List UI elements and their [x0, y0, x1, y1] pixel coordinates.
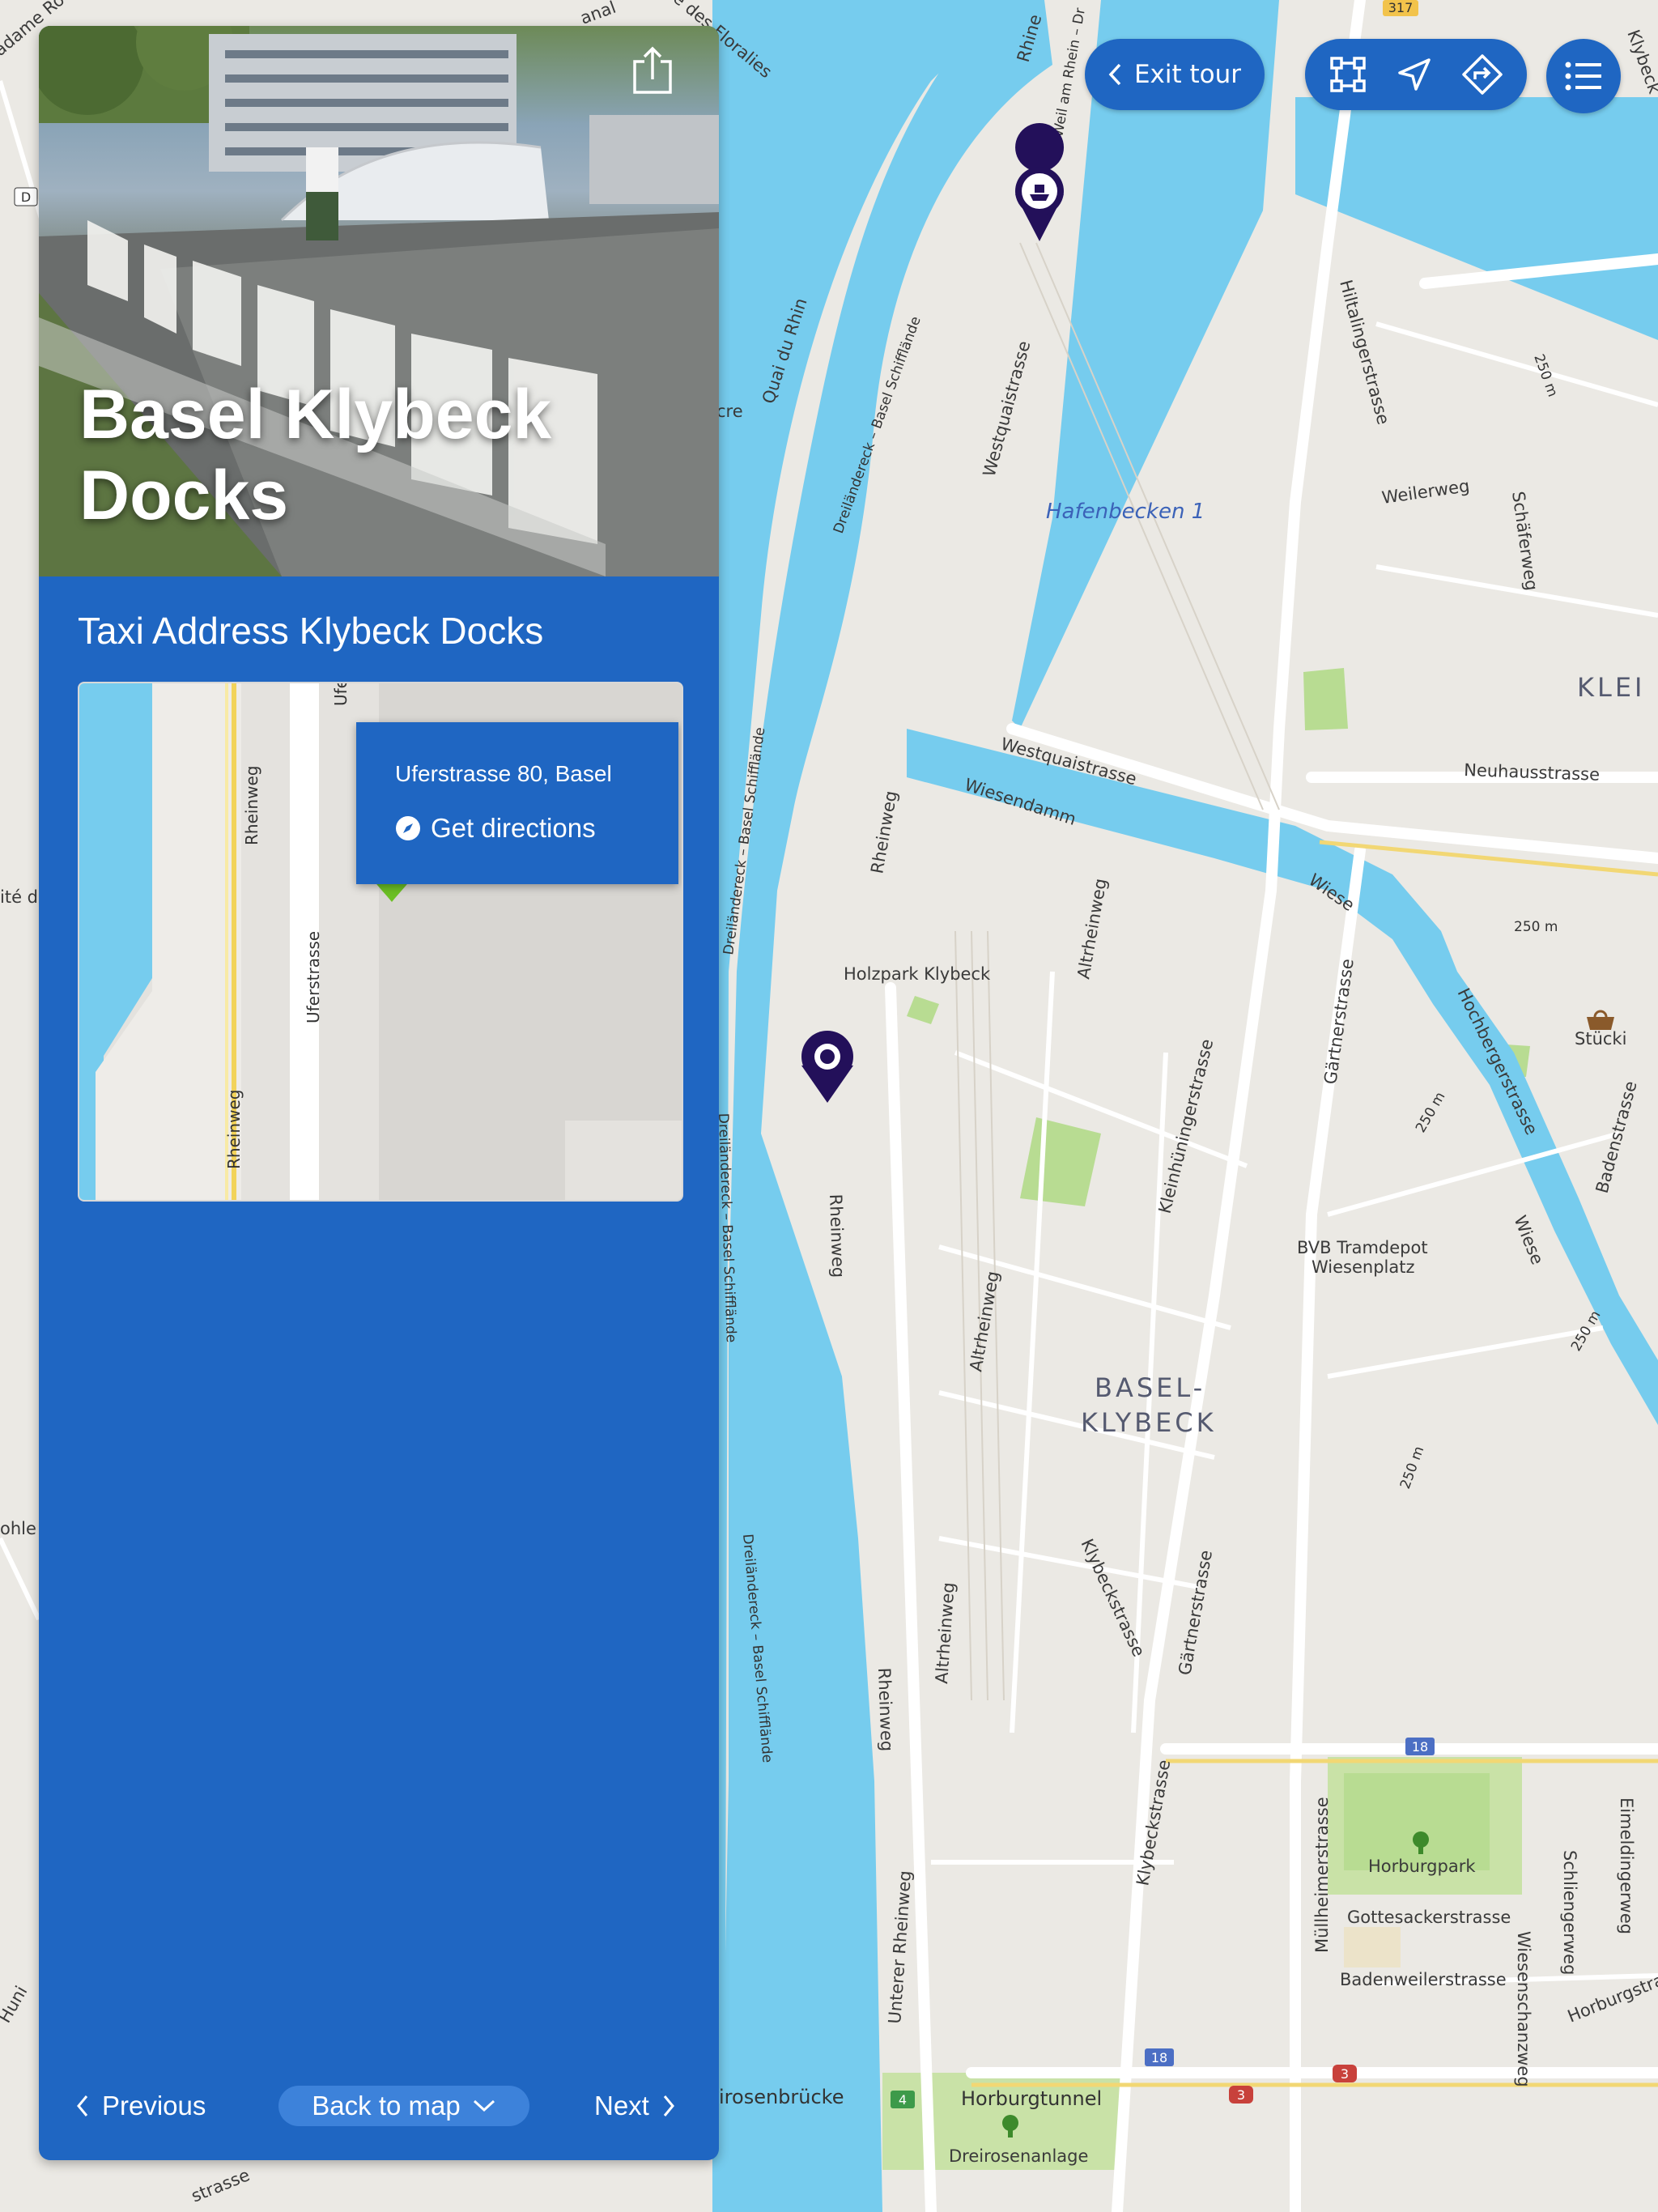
map-label-cre: cre — [716, 402, 743, 421]
directions-icon[interactable] — [1461, 53, 1503, 96]
svg-text:D: D — [21, 189, 31, 205]
svg-text:3: 3 — [1341, 2066, 1349, 2082]
share-icon — [623, 44, 682, 102]
hero-image: Basel Klybeck Docks — [39, 26, 719, 576]
route-shield-3a: 3 — [1229, 2086, 1253, 2104]
get-directions-label: Get directions — [431, 813, 596, 843]
map-label-hafenbecken: Hafenbecken 1 — [1046, 500, 1205, 524]
map-label-stucki: Stücki — [1575, 1029, 1626, 1049]
map-label-ohle: ohle — [0, 1519, 36, 1538]
route-shield-d: D — [14, 187, 38, 206]
route-shield-317: 317 — [1383, 0, 1418, 16]
share-button[interactable] — [623, 44, 682, 102]
get-directions-link[interactable]: Get directions — [395, 813, 596, 844]
mini-map-label-rheinweg: Rheinweg — [242, 766, 261, 845]
address-text: Uferstrasse 80, Basel — [395, 761, 612, 786]
chevron-right-icon — [662, 2094, 675, 2118]
mini-map-label-ufe: Ufe — [331, 683, 351, 706]
map-label-bvb2: Wiesenplatz — [1312, 1257, 1415, 1277]
svg-text:3: 3 — [1237, 2087, 1245, 2103]
map-label-rheinweg3: Rheinweg — [874, 1667, 897, 1751]
list-icon — [1564, 60, 1603, 92]
previous-label: Previous — [102, 2091, 206, 2121]
map-label-distance-2: 250 m — [1514, 919, 1558, 935]
navigate-arrow-icon[interactable] — [1395, 55, 1434, 94]
mini-map-label-uferstrasse: Uferstrasse — [304, 931, 323, 1023]
svg-text:4: 4 — [899, 2092, 907, 2108]
compass-icon — [395, 815, 421, 841]
chevron-down-icon — [472, 2099, 496, 2113]
exit-tour-label: Exit tour — [1133, 60, 1242, 89]
map-label-bvb: BVB Tramdepot — [1297, 1238, 1428, 1257]
map-label-basel: BASEL- — [1095, 1372, 1205, 1403]
hero-title: Basel Klybeck Docks — [79, 376, 552, 534]
back-to-map-button[interactable]: Back to map — [278, 2086, 529, 2126]
next-button[interactable]: Next — [594, 2091, 675, 2121]
section-title: Taxi Address Klybeck Docks — [78, 610, 544, 652]
chevron-left-icon — [1108, 62, 1123, 87]
map-label-elmeldingerweg: Eimeldingerweg — [1617, 1797, 1636, 1934]
map-label-klein: KLEI — [1577, 672, 1645, 703]
map-label-schliengerweg: Schliengerweg — [1560, 1850, 1579, 1975]
map-label-ite: ité d — [0, 887, 38, 907]
taxi-location-map[interactable]: Rheinweg Rheinweg Uferstrasse Ufe Uferst… — [78, 682, 683, 1202]
tour-stop-panel: Basel Klybeck Docks Taxi Address Klybeck… — [39, 26, 719, 2160]
map-label-mullheimerstrasse: Müllheimerstrasse — [1312, 1797, 1332, 1953]
next-label: Next — [594, 2091, 649, 2121]
map-label-wiesenschanzweg: Wiesenschanzweg — [1514, 1931, 1533, 2087]
chevron-left-icon — [76, 2094, 89, 2118]
route-shield-18: 18 — [1405, 1738, 1435, 1755]
map-tools-group — [1305, 39, 1527, 110]
bounding-box-icon[interactable] — [1329, 55, 1367, 94]
previous-button[interactable]: Previous — [76, 2091, 206, 2121]
map-label-dreirosenbrucke: irosenbrücke — [719, 2086, 844, 2108]
map-label-horburgtunnel: Horburgtunnel — [961, 2087, 1102, 2110]
svg-text:317: 317 — [1388, 0, 1414, 15]
route-shield-18b: 18 — [1145, 2048, 1174, 2066]
svg-text:18: 18 — [1412, 1739, 1428, 1755]
route-shield-4: 4 — [891, 2091, 915, 2108]
map-label-badenweilerstrasse: Badenweilerstrasse — [1340, 1970, 1507, 1989]
map-label-horburgpark: Horburgpark — [1368, 1857, 1476, 1876]
map-label-holzpark: Holzpark Klybeck — [844, 964, 991, 984]
exit-tour-button[interactable]: Exit tour — [1085, 39, 1265, 110]
map-label-gottesackerstrasse: Gottesackerstrasse — [1347, 1908, 1511, 1927]
map-label-rheinweg2: Rheinweg — [826, 1193, 848, 1278]
map-label-klybeck: KLYBECK — [1081, 1407, 1217, 1438]
back-to-map-label: Back to map — [312, 2091, 461, 2121]
tour-navigation: Previous Back to map Next — [39, 2086, 719, 2134]
mini-map-label-rheinweg-2: Rheinweg — [224, 1090, 244, 1169]
map-label-dreirosenanlage: Dreirosenanlage — [949, 2146, 1088, 2166]
list-button[interactable] — [1546, 39, 1621, 113]
address-card: Uferstrasse 80, Basel Get directions — [356, 722, 678, 884]
route-shield-3b: 3 — [1333, 2065, 1357, 2082]
svg-text:18: 18 — [1151, 2050, 1167, 2065]
